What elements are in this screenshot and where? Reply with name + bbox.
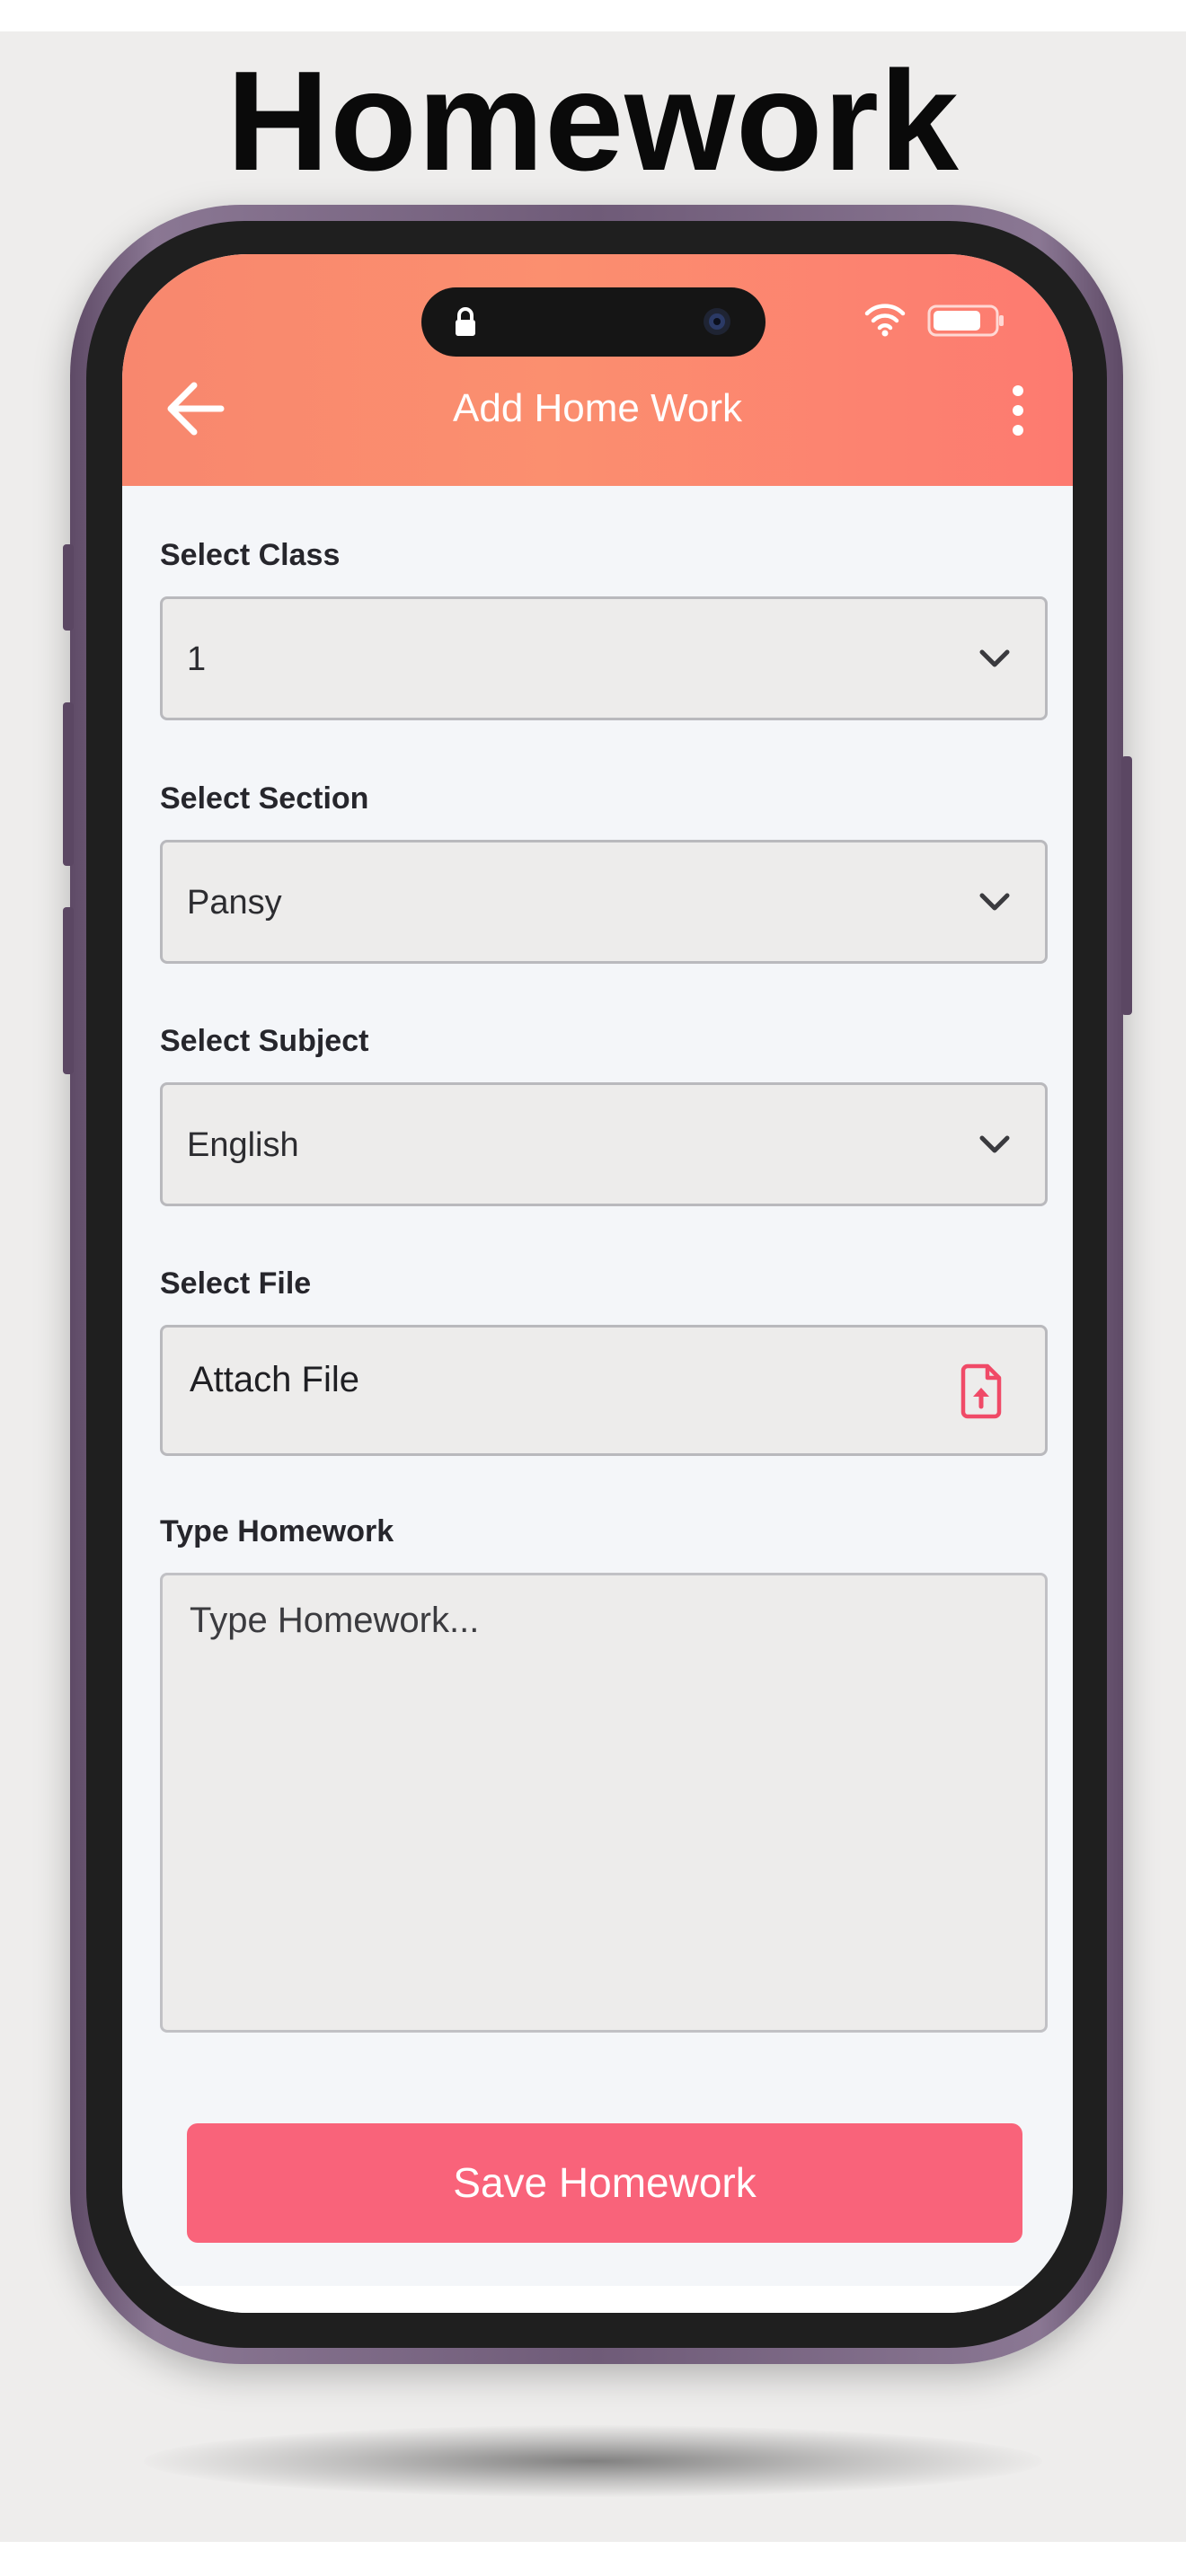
chevron-down-icon — [979, 893, 1010, 911]
select-section-label: Select Section — [160, 781, 369, 816]
homework-textarea[interactable] — [160, 1573, 1048, 2033]
chevron-down-icon — [979, 1135, 1010, 1153]
select-subject-dropdown[interactable]: English — [160, 1082, 1048, 1206]
select-section-value: Pansy — [187, 884, 282, 922]
battery-icon — [927, 304, 1004, 337]
phone-shadow — [144, 2425, 1042, 2497]
select-class-dropdown[interactable]: 1 — [160, 596, 1048, 720]
camera-icon — [704, 308, 730, 335]
app-screen: Add Home Work Select Class 1 Select Sect… — [122, 254, 1073, 2313]
app-header: Add Home Work — [122, 254, 1073, 486]
attach-file-field[interactable]: Attach File — [160, 1325, 1048, 1456]
select-file-label: Select File — [160, 1266, 312, 1301]
type-homework-label: Type Homework — [160, 1514, 394, 1548]
select-subject-label: Select Subject — [160, 1024, 369, 1058]
volume-down-button — [63, 907, 74, 1074]
attach-file-text: Attach File — [190, 1360, 359, 1399]
select-section-dropdown[interactable]: Pansy — [160, 840, 1048, 964]
action-button — [63, 544, 74, 631]
select-class-label: Select Class — [160, 538, 341, 572]
save-homework-button[interactable]: Save Homework — [187, 2123, 1022, 2243]
file-upload-icon[interactable] — [959, 1363, 1004, 1419]
power-button — [1121, 756, 1132, 1015]
chevron-down-icon — [979, 649, 1010, 667]
page-title: Homework — [226, 42, 960, 200]
volume-up-button — [63, 702, 74, 866]
lock-icon — [456, 307, 475, 336]
home-indicator-area — [122, 2286, 1073, 2313]
header-title: Add Home Work — [453, 386, 742, 430]
dynamic-island — [421, 287, 766, 357]
select-class-value: 1 — [187, 640, 207, 678]
more-vertical-icon[interactable] — [1010, 384, 1026, 437]
wifi-icon — [864, 304, 906, 337]
select-subject-value: English — [187, 1126, 299, 1164]
